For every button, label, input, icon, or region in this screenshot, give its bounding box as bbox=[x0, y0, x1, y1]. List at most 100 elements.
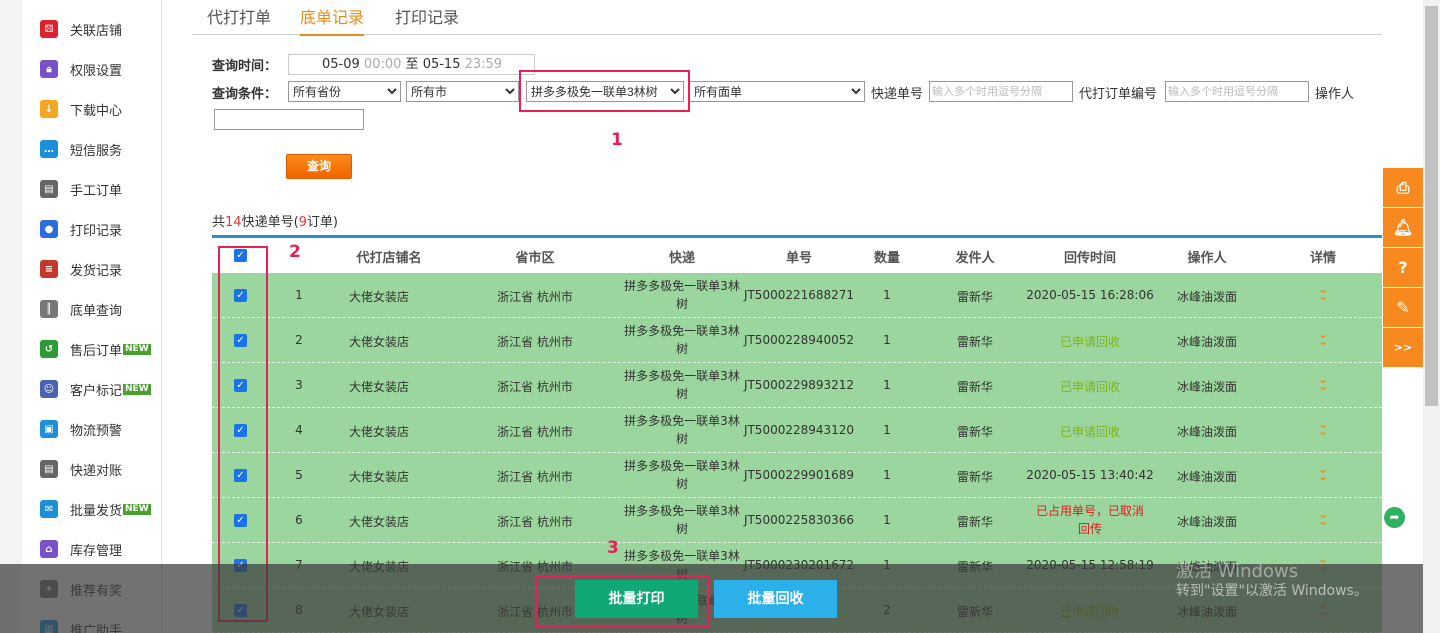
date-range-input[interactable]: 05-09 00:00 至 05-15 23:59 bbox=[288, 54, 535, 75]
tracking-number: JT5000221688271 bbox=[743, 288, 855, 302]
chevron-down-icon[interactable]: ⌄⌄ bbox=[1318, 418, 1328, 437]
chevron-down-icon[interactable]: ⌄⌄ bbox=[1318, 373, 1328, 392]
order-number-input[interactable] bbox=[1165, 81, 1309, 102]
sender: 雷新华 bbox=[956, 335, 994, 349]
tab-bill-record[interactable]: 底单记录 bbox=[300, 4, 365, 36]
express-name: 拼多多极免一联单3林树 bbox=[624, 322, 740, 358]
callback-time: 2020-05-15 13:40:42 bbox=[1026, 468, 1154, 482]
th-operator: 操作人 bbox=[1187, 251, 1227, 266]
sidebar-item-3[interactable]: ↓ 下载中心 bbox=[40, 97, 122, 121]
callback-time: 已申请回收 bbox=[1059, 380, 1121, 394]
chevron-down-icon[interactable]: ⌄⌄ bbox=[1318, 508, 1328, 527]
table-row[interactable]: ✓ 6 大佬女装店 浙江省 杭州市 拼多多极免一联单3林树 JT5000225830366… bbox=[212, 498, 1382, 543]
dots-icon: ● bbox=[40, 220, 58, 238]
sidebar-item-label: 批量发货 bbox=[70, 503, 123, 519]
operator-input[interactable] bbox=[214, 109, 364, 130]
sidebar-item-14[interactable]: ⌂ 库存管理 bbox=[40, 537, 122, 561]
sheet-select[interactable]: 所有面单 bbox=[689, 81, 865, 102]
tracking-label: 快递单号 bbox=[871, 87, 924, 102]
th-sender: 发件人 bbox=[955, 251, 995, 266]
express-line2: 树 bbox=[675, 342, 689, 356]
sidebar-item-6[interactable]: ● 打印记录 bbox=[40, 217, 122, 241]
quantity: 1 bbox=[883, 513, 891, 527]
sidebar-item-label: 打印记录 bbox=[70, 223, 123, 239]
city-select[interactable]: 所有市 bbox=[406, 81, 519, 102]
sidebar-item-7[interactable]: ≡ 发货记录 bbox=[40, 257, 122, 281]
express-line2: 树 bbox=[675, 522, 689, 536]
express-line1: 拼多多极免一联单3林 bbox=[624, 279, 740, 293]
date-from: 05-09 bbox=[322, 57, 360, 72]
share-icon[interactable]: ➦ bbox=[1384, 507, 1405, 528]
date-to: 05-15 bbox=[422, 57, 461, 72]
sidebar-item-12[interactable]: ▤ 快递对账 bbox=[40, 457, 122, 481]
row-index: 3 bbox=[295, 378, 303, 392]
th-time: 回传时间 bbox=[1063, 251, 1117, 266]
sidebar-item-5[interactable]: ▤ 手工订单 bbox=[40, 177, 122, 201]
edit-icon[interactable]: ✎ bbox=[1383, 288, 1423, 328]
scrollbar-thumb[interactable] bbox=[1425, 6, 1438, 406]
sidebar-item-1[interactable]: ⚄ 关联店铺 bbox=[40, 17, 122, 41]
tracking-input[interactable] bbox=[929, 81, 1073, 102]
quantity: 1 bbox=[883, 333, 891, 347]
table-row[interactable]: ✓ 4 大佬女装店 浙江省 杭州市 拼多多极免一联单3林树 JT5000228943120… bbox=[212, 408, 1382, 453]
status-line1: 已占用单号，已取消 bbox=[1035, 504, 1145, 518]
sidebar-item-2[interactable]: 🔒︎ 权限设置 bbox=[40, 57, 122, 81]
sidebar-item-label: 权限设置 bbox=[70, 63, 123, 79]
region: 浙江省 杭州市 bbox=[497, 470, 573, 484]
table-row[interactable]: ✓ 2 大佬女装店 浙江省 杭州市 拼多多极免一联单3林树 JT5000228940052… bbox=[212, 318, 1382, 363]
callback-time: 已申请回收 bbox=[1059, 425, 1121, 439]
sidebar-item-11[interactable]: ▣ 物流预警 bbox=[40, 417, 122, 441]
activation-watermark-text: 转到"设置"以激活 Windows。 bbox=[1176, 583, 1368, 599]
tab-proxy-print[interactable]: 代打打单 bbox=[207, 4, 271, 28]
date-to-sep: 至 bbox=[405, 57, 419, 72]
region: 浙江省 杭州市 bbox=[497, 290, 573, 304]
table-row[interactable]: ✓ 1 大佬女装店 浙江省 杭州市 拼多多极免一联单3林树 JT5000221688271… bbox=[212, 273, 1382, 318]
chevron-down-icon[interactable]: ⌄⌄ bbox=[1318, 328, 1328, 347]
sender: 雷新华 bbox=[956, 470, 994, 484]
tab-print-record[interactable]: 打印记录 bbox=[395, 4, 459, 28]
express-name: 拼多多极免一联单3林树 bbox=[624, 367, 740, 403]
th-express: 快递 bbox=[668, 251, 696, 266]
tab-bar: 代打打单 底单记录 打印记录 bbox=[192, 0, 1382, 36]
chevron-down-icon[interactable]: ⌄⌄ bbox=[1318, 283, 1328, 302]
chevron-down-icon[interactable]: ⌄⌄ bbox=[1318, 463, 1328, 482]
operator-label: 操作人 bbox=[1315, 87, 1355, 102]
order-number-label: 代打订单编号 bbox=[1079, 87, 1158, 102]
row-index: 2 bbox=[295, 333, 303, 347]
sidebar-item-10[interactable]: ☺ 客户标记 NEW bbox=[40, 377, 151, 401]
main-panel: 代打打单 底单记录 打印记录 查询时间： 05-09 00:00 至 05-15… bbox=[192, 0, 1382, 633]
bell-icon[interactable]: 🔔︎ bbox=[1383, 208, 1423, 248]
sidebar-item-4[interactable]: … 短信服务 bbox=[40, 137, 122, 161]
printer-icon[interactable]: ⎙ bbox=[1383, 168, 1423, 208]
highlight-box-1 bbox=[519, 70, 690, 112]
query-time-label: 查询时间： bbox=[212, 59, 278, 74]
row-index: 5 bbox=[295, 468, 303, 482]
sidebar-item-8[interactable]: ║ 底单查询 bbox=[40, 297, 122, 321]
region: 浙江省 杭州市 bbox=[497, 380, 573, 394]
tracking-number: JT5000225830366 bbox=[743, 513, 855, 527]
time-from: 00:00 bbox=[363, 57, 402, 72]
sidebar-item-label: 客户标记 bbox=[70, 383, 123, 399]
row-index: 1 bbox=[295, 288, 303, 302]
truck-icon: ▣ bbox=[40, 420, 58, 438]
batch-recycle-button[interactable]: 批量回收 bbox=[714, 580, 837, 618]
table-row[interactable]: ✓ 5 大佬女装店 浙江省 杭州市 拼多多极免一联单3林树 JT5000229901689… bbox=[212, 453, 1382, 498]
express-line1: 拼多多极免一联单3林 bbox=[624, 549, 740, 563]
province-select[interactable]: 所有省份 bbox=[288, 81, 401, 102]
highlight-box-3 bbox=[535, 575, 709, 627]
express-line2: 树 bbox=[675, 387, 689, 401]
sidebar-item-13[interactable]: ✉ 批量发货 NEW bbox=[40, 497, 151, 521]
barcode-icon: ║ bbox=[40, 300, 58, 318]
query-button[interactable]: 查询 bbox=[286, 154, 352, 179]
sidebar-item-label: 发货记录 bbox=[70, 263, 123, 279]
sidebar-item-9[interactable]: ↺ 售后订单 NEW bbox=[40, 337, 151, 361]
expand-toolbar-button[interactable]: >> bbox=[1383, 328, 1423, 368]
tracking-number: JT5000228943120 bbox=[743, 423, 855, 437]
new-badge: NEW bbox=[123, 503, 151, 515]
shop-name: 大佬女装店 bbox=[349, 425, 410, 439]
help-icon[interactable]: ? bbox=[1383, 248, 1423, 288]
table-row[interactable]: ✓ 3 大佬女装店 浙江省 杭州市 拼多多极免一联单3林树 JT5000229893212… bbox=[212, 363, 1382, 408]
tracking-number: JT5000229901689 bbox=[743, 468, 855, 482]
operator: 冰峰油泼面 bbox=[1176, 425, 1238, 439]
float-toolbar: ⎙ 🔔︎ ? ✎ >> bbox=[1383, 168, 1423, 368]
